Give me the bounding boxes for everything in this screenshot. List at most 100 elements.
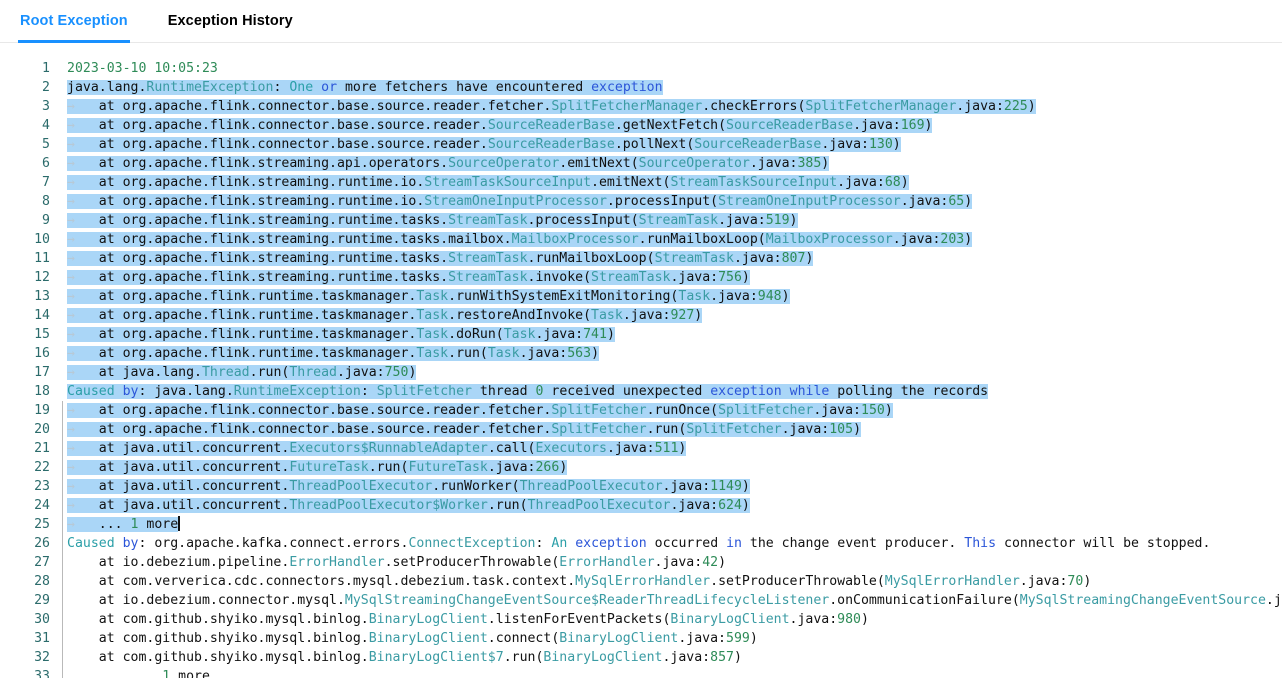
code-token: FutureTask — [408, 460, 488, 475]
code-line[interactable]: 22 → at java.util.concurrent.FutureTask.r… — [0, 458, 1282, 477]
code-line[interactable]: 6 → at org.apache.flink.streaming.api.ope… — [0, 154, 1282, 173]
code-line[interactable]: 23 → at java.util.concurrent.ThreadPoolEx… — [0, 477, 1282, 496]
code-line[interactable]: 15 → at org.apache.flink.runtime.taskmana… — [0, 325, 1282, 344]
tab-exception-history[interactable]: Exception History — [166, 0, 295, 42]
code-token: Task — [487, 346, 520, 361]
code-token: at org.apache.flink.streaming.runtime.io… — [98, 194, 425, 209]
code-token: BinaryLogClient — [543, 650, 663, 665]
code-token: at org.apache.flink.connector.base.sourc… — [98, 137, 488, 152]
selected-text: → at org.apache.flink.streaming.runtime.… — [67, 213, 798, 228]
code-token: exception — [575, 536, 647, 551]
code-line[interactable]: 27 at io.debezium.pipeline.ErrorHandler.… — [0, 553, 1282, 572]
line-number: 17 — [0, 363, 62, 382]
code-token: .run( — [368, 460, 409, 475]
code-line[interactable]: 25 → ... 1 more — [0, 515, 1282, 534]
selected-text: → at java.util.concurrent.Executors$Runn… — [67, 441, 687, 456]
code-token: at org.apache.flink.connector.base.sourc… — [98, 403, 552, 418]
code-token: ConnectException — [408, 536, 536, 551]
code-line[interactable]: 1 2023-03-10 10:05:23 — [0, 59, 1282, 78]
code-token: .java: — [749, 156, 798, 171]
code-line[interactable]: 33 ... 1 more — [0, 667, 1282, 678]
line-number: 9 — [0, 211, 62, 230]
code-line[interactable]: 12 → at org.apache.flink.streaming.runtim… — [0, 268, 1282, 287]
code-token: ) — [694, 308, 703, 323]
code-line[interactable]: 30 at com.github.shyiko.mysql.binlog.Bin… — [0, 610, 1282, 629]
code-line[interactable]: 20 → at org.apache.flink.connector.base.s… — [0, 420, 1282, 439]
code-line[interactable]: 5 → at org.apache.flink.connector.base.so… — [0, 135, 1282, 154]
code-text: at io.debezium.pipeline.ErrorHandler.set… — [63, 553, 1282, 572]
tab-root-exception[interactable]: Root Exception — [18, 0, 130, 43]
code-line[interactable]: 7 → at org.apache.flink.streaming.runtime… — [0, 173, 1282, 192]
code-line[interactable]: 28 at com.ververica.cdc.connectors.mysql… — [0, 572, 1282, 591]
code-line[interactable]: 11 → at org.apache.flink.streaming.runtim… — [0, 249, 1282, 268]
code-text: → at org.apache.flink.streaming.runtime.… — [63, 211, 1282, 230]
stacktrace-viewer[interactable]: 1 2023-03-10 10:05:23 2 java.lang.RuntimeEx… — [0, 44, 1282, 678]
code-token: .run( — [448, 346, 488, 361]
code-line[interactable]: 26 Caused by: org.apache.kafka.connect.er… — [0, 534, 1282, 553]
code-line[interactable]: 19 → at org.apache.flink.connector.base.s… — [0, 401, 1282, 420]
code-line[interactable]: 3 → at org.apache.flink.connector.base.so… — [0, 97, 1282, 116]
code-token: more fetchers have encountered — [337, 80, 592, 95]
code-token: at com.github.shyiko.mysql.binlog. — [67, 612, 369, 627]
code-line[interactable]: 9 → at org.apache.flink.streaming.runtime… — [0, 211, 1282, 230]
code-token: MailboxProcessor — [511, 232, 639, 247]
line-number: 29 — [0, 591, 62, 610]
code-token: 980 — [837, 612, 861, 627]
code-line[interactable]: 8 → at org.apache.flink.streaming.runtime… — [0, 192, 1282, 211]
code-text: at com.github.shyiko.mysql.binlog.Binary… — [63, 610, 1282, 629]
exception-viewer: Root Exception Exception History 1 2023-0… — [0, 0, 1282, 678]
tab-arrow-icon: → — [67, 422, 99, 437]
code-token: .java: — [662, 650, 711, 665]
code-text: → at java.lang.Thread.run(Thread.java:75… — [63, 363, 1282, 382]
code-token: : — [535, 536, 552, 551]
code-line[interactable]: 29 at io.debezium.connector.mysql.MySqlS… — [0, 591, 1282, 610]
code-line[interactable]: 16 → at org.apache.flink.runtime.taskmana… — [0, 344, 1282, 363]
code-token: 203 — [940, 232, 965, 247]
code-token: Task — [416, 308, 449, 323]
code-token: .connect( — [487, 631, 560, 646]
line-number: 18 — [0, 382, 62, 401]
code-line[interactable]: 2 java.lang.RuntimeException: One or more… — [0, 78, 1282, 97]
code-line[interactable]: 24 → at java.util.concurrent.ThreadPoolEx… — [0, 496, 1282, 515]
code-token: thread — [471, 384, 536, 399]
code-line[interactable]: 13 → at org.apache.flink.runtime.taskmana… — [0, 287, 1282, 306]
selected-text: → at java.util.concurrent.ThreadPoolExec… — [67, 479, 750, 494]
code-token: StreamTaskSourceInput — [424, 175, 592, 190]
code-token: .java: — [670, 270, 719, 285]
code-token: 68 — [884, 175, 901, 190]
code-text: Caused by: java.lang.RuntimeException: S… — [63, 382, 1282, 401]
line-number: 28 — [0, 572, 62, 591]
code-token: the change event producer. — [741, 536, 965, 551]
code-text: java.lang.RuntimeException: One or more … — [63, 78, 1282, 97]
code-token: at org.apache.flink.connector.base.sourc… — [98, 422, 552, 437]
code-token: at com.github.shyiko.mysql.binlog. — [67, 631, 369, 646]
code-token: .java: — [487, 460, 536, 475]
code-token: 511 — [654, 441, 679, 456]
code-text: → at org.apache.flink.runtime.taskmanage… — [63, 325, 1282, 344]
code-token: Task — [416, 289, 449, 304]
tab-arrow-icon: → — [67, 365, 99, 380]
code-token: MySqlStreamingChangeEventSource$ReaderTh… — [344, 593, 830, 608]
code-token: .processInput( — [606, 194, 719, 209]
code-line[interactable]: 17 → at java.lang.Thread.run(Thread.java:… — [0, 363, 1282, 382]
code-line[interactable]: 21 → at java.util.concurrent.Executors$Ru… — [0, 439, 1282, 458]
code-text: → at org.apache.flink.streaming.runtime.… — [63, 249, 1282, 268]
code-token: SplitFetcherManager — [551, 99, 703, 114]
code-line[interactable]: 18 Caused by: java.lang.RuntimeException:… — [0, 382, 1282, 401]
line-number: 27 — [0, 553, 62, 572]
code-token: Caused — [67, 536, 115, 551]
code-line[interactable]: 14 → at org.apache.flink.runtime.taskmana… — [0, 306, 1282, 325]
selected-text: → at org.apache.flink.streaming.runtime.… — [67, 251, 814, 266]
code-text: at com.ververica.cdc.connectors.mysql.de… — [63, 572, 1282, 591]
plain-text: at com.github.shyiko.mysql.binlog.Binary… — [67, 612, 869, 627]
code-token: 130 — [868, 137, 893, 152]
line-number: 7 — [0, 173, 62, 192]
code-line[interactable]: 4 → at org.apache.flink.connector.base.so… — [0, 116, 1282, 135]
code-line[interactable]: 31 at com.github.shyiko.mysql.binlog.Bin… — [0, 629, 1282, 648]
stacktrace-lines: 1 2023-03-10 10:05:23 2 java.lang.RuntimeEx… — [0, 44, 1282, 678]
code-line[interactable]: 10 → at org.apache.flink.streaming.runtim… — [0, 230, 1282, 249]
code-line[interactable]: 32 at com.github.shyiko.mysql.binlog.Bin… — [0, 648, 1282, 667]
code-token: .processInput( — [527, 213, 639, 228]
code-token: 169 — [900, 118, 925, 133]
code-token: Task — [416, 346, 449, 361]
